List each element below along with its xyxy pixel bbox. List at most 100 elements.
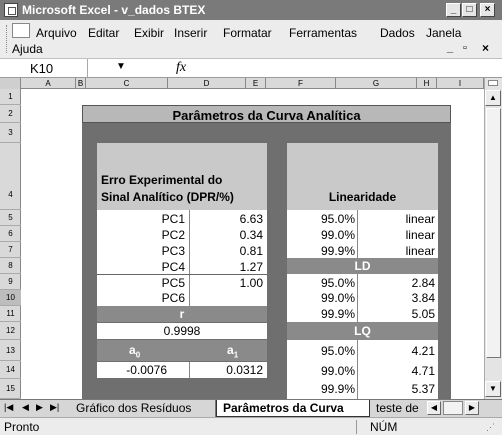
- pc-value: 1.27: [239, 260, 263, 274]
- menu-arquivo[interactable]: Arquivo: [36, 26, 77, 40]
- a1-value: 0.0312: [226, 363, 263, 377]
- status-divider: [356, 420, 357, 434]
- num-lock-indicator: NÚM: [370, 420, 398, 434]
- lq-pct: 99.9%: [320, 382, 355, 396]
- row-header[interactable]: 12: [0, 322, 21, 340]
- row-header[interactable]: 5: [0, 210, 21, 226]
- workbook-icon[interactable]: [12, 23, 30, 38]
- menu-dados[interactable]: Dados: [380, 26, 415, 40]
- tab-parametros-curva[interactable]: Parâmetros da Curva: [216, 400, 370, 417]
- ld-value: 5.05: [411, 307, 435, 321]
- row-header[interactable]: 2: [0, 105, 21, 123]
- row-header[interactable]: 7: [0, 242, 21, 258]
- pc-label: PC6: [161, 291, 185, 305]
- hscroll-right-button[interactable]: ▶: [465, 401, 479, 415]
- worksheet-grid[interactable]: Parâmetros da Curva Analítica Erro Exper…: [21, 89, 484, 399]
- column-header[interactable]: D: [168, 78, 246, 89]
- hscroll-left-button[interactable]: ◀: [427, 401, 441, 415]
- excel-icon[interactable]: [4, 3, 18, 17]
- maximize-button[interactable]: □: [462, 3, 477, 17]
- vertical-scrollbar[interactable]: ▲ ▼: [484, 78, 502, 399]
- lq-header-cell: LQ: [287, 322, 438, 340]
- next-sheet-icon[interactable]: ▶: [36, 402, 43, 413]
- select-all-corner[interactable]: [0, 78, 21, 89]
- title-bar: Microsoft Excel - v_dados BTEX _ □ ×: [0, 0, 502, 20]
- lq-value: 5.37: [411, 382, 435, 396]
- tab-teste[interactable]: teste de: [370, 400, 426, 417]
- menu-ferramentas[interactable]: Ferramentas: [289, 26, 357, 40]
- prev-sheet-icon[interactable]: ◀: [22, 402, 29, 413]
- split-box[interactable]: [488, 80, 498, 86]
- resize-grip-icon[interactable]: ⋰: [486, 418, 495, 435]
- lq-divider: [357, 340, 358, 399]
- ld-divider: [357, 274, 358, 322]
- coef-header-cell: a0 a1: [97, 340, 267, 361]
- lin-pct: 99.9%: [320, 244, 355, 258]
- menu-inserir[interactable]: Inserir: [174, 26, 207, 40]
- scroll-down-button[interactable]: ▼: [485, 381, 501, 397]
- hscroll-thumb[interactable]: [443, 401, 463, 415]
- menu-exibir[interactable]: Exibir: [134, 26, 164, 40]
- ld-pct: 99.0%: [320, 291, 355, 305]
- ld-header-cell: LD: [287, 258, 438, 274]
- coef-divider: [189, 362, 190, 378]
- lin-pct: 95.0%: [320, 212, 355, 226]
- column-header[interactable]: E: [246, 78, 266, 89]
- minimize-button[interactable]: _: [446, 3, 461, 17]
- coef-value-row: -0.0076 0.0312: [97, 362, 267, 378]
- menu-ajuda[interactable]: Ajuda: [12, 42, 43, 56]
- lq-header: LQ: [354, 324, 371, 338]
- menu-formatar[interactable]: Formatar: [223, 26, 272, 40]
- last-sheet-icon[interactable]: ▶|: [50, 402, 59, 413]
- sheet-tab-bar: |◀ ◀ ▶ ▶| Gráfico dos Resíduos Parâmetro…: [0, 399, 502, 417]
- menu-editar[interactable]: Editar: [88, 26, 119, 40]
- function-icon[interactable]: fx: [176, 60, 186, 76]
- a1-label: a1: [227, 344, 238, 359]
- window-title: Microsoft Excel - v_dados BTEX: [22, 3, 206, 17]
- lin-divider: [357, 210, 358, 258]
- row-header[interactable]: 8: [0, 258, 21, 274]
- row-header[interactable]: 4: [0, 143, 21, 210]
- name-box[interactable]: K10: [0, 59, 88, 77]
- close-button[interactable]: ×: [480, 3, 495, 17]
- row-header[interactable]: 3: [0, 123, 21, 143]
- menu-janela[interactable]: Janela: [426, 26, 461, 40]
- row-header[interactable]: 6: [0, 226, 21, 242]
- row-header[interactable]: 1: [0, 89, 21, 105]
- row-header[interactable]: 14: [0, 361, 21, 379]
- column-header[interactable]: I: [437, 78, 484, 89]
- first-sheet-icon[interactable]: |◀: [4, 402, 13, 413]
- doc-close-button[interactable]: ×: [482, 41, 489, 55]
- a0-letter: a: [129, 343, 136, 357]
- row-header[interactable]: 9: [0, 274, 21, 290]
- column-header[interactable]: H: [417, 78, 437, 89]
- lq-value: 4.21: [411, 344, 435, 358]
- pc-value: 0.81: [239, 244, 263, 258]
- status-text: Pronto: [4, 420, 40, 434]
- row-header[interactable]: 15: [0, 379, 21, 399]
- chevron-down-icon[interactable]: ▼: [116, 61, 126, 72]
- row-header[interactable]: 11: [0, 306, 21, 322]
- linearidade-header-cell: Linearidade: [287, 143, 438, 210]
- left-header-line2: Sinal Analítico (DPR/%): [101, 190, 234, 204]
- formula-input[interactable]: [196, 59, 502, 77]
- pc-label: PC4: [161, 260, 185, 274]
- row-header[interactable]: 13: [0, 340, 21, 361]
- name-box-value: K10: [30, 61, 54, 76]
- scroll-up-button[interactable]: ▲: [485, 90, 501, 106]
- doc-restore-button[interactable]: ▫: [463, 42, 467, 54]
- doc-minimize-button[interactable]: _: [447, 42, 453, 54]
- ld-value: 3.84: [411, 291, 435, 305]
- row-header[interactable]: 10: [0, 290, 21, 306]
- pc-value: 0.34: [239, 228, 263, 242]
- lin-value: linear: [405, 228, 435, 242]
- column-header[interactable]: F: [266, 78, 336, 89]
- column-header[interactable]: A: [21, 78, 76, 89]
- scroll-thumb[interactable]: [486, 108, 501, 358]
- tab-grafico-residuos[interactable]: Gráfico dos Resíduos: [70, 400, 216, 417]
- menu-grip: [6, 25, 9, 53]
- column-header[interactable]: B: [76, 78, 86, 89]
- column-header[interactable]: C: [86, 78, 168, 89]
- column-header[interactable]: G: [336, 78, 417, 89]
- lq-value: 4.71: [411, 364, 435, 378]
